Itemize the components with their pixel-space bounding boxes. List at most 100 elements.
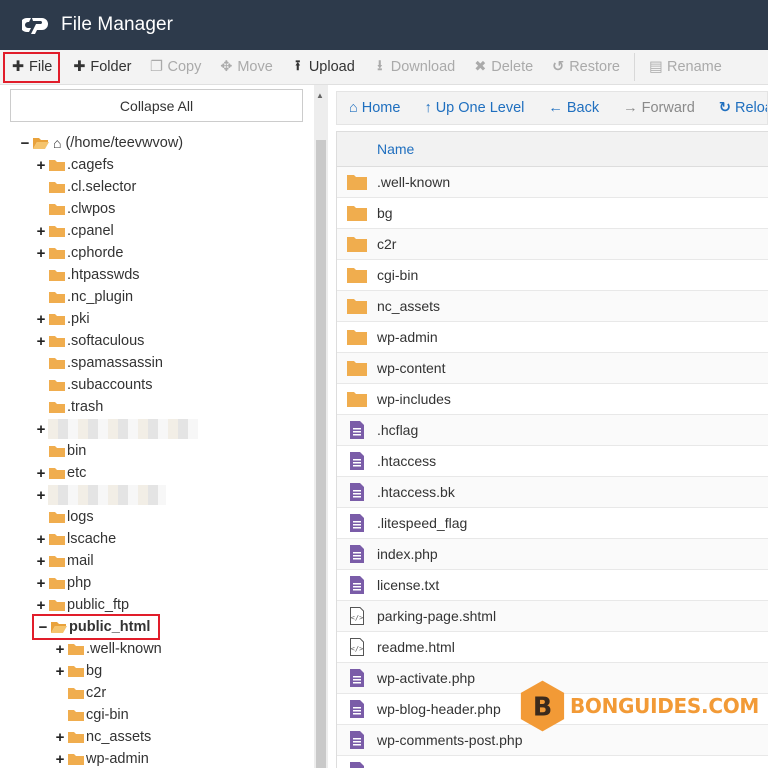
file-name: parking-page.shtml (377, 608, 497, 624)
tree-item[interactable]: + etc (34, 462, 87, 484)
tree-item[interactable]: bin (34, 440, 86, 462)
scroll-up-icon[interactable]: ▲ (316, 91, 324, 100)
file-row[interactable]: </> readme.html (337, 632, 768, 663)
tree-item[interactable]: + .cphorde (34, 242, 124, 264)
tree-scrollbar[interactable]: ▲ (314, 85, 328, 768)
expand-toggle-icon[interactable]: + (34, 487, 48, 504)
tree-item[interactable]: + php (34, 572, 92, 594)
tree-item[interactable]: .subaccounts (34, 374, 152, 396)
move-button[interactable]: ✥ Move (213, 53, 278, 81)
cpanel-logo-icon (22, 14, 52, 36)
expand-toggle-icon[interactable]: + (53, 751, 67, 768)
file-row[interactable]: index.php (337, 539, 768, 570)
file-row[interactable]: .htaccess (337, 446, 768, 477)
collapse-toggle-icon[interactable]: − (18, 135, 32, 152)
reload-button[interactable]: ↻ Reload (719, 100, 767, 116)
file-name: nc_assets (377, 298, 441, 314)
collapse-toggle-icon[interactable]: − (36, 619, 50, 636)
tree-item[interactable]: .trash (34, 396, 103, 418)
upload-button[interactable]: ⭱ Upload (285, 53, 361, 81)
tree-child-item[interactable]: c2r (53, 682, 106, 704)
scrollbar-thumb[interactable] (316, 140, 326, 768)
expand-toggle-icon[interactable]: + (34, 333, 48, 350)
file-row[interactable]: .litespeed_flag (337, 508, 768, 539)
up-one-level-button[interactable]: ↑ Up One Level (424, 100, 524, 116)
expand-toggle-icon[interactable]: + (34, 597, 48, 614)
file-row[interactable]: .hcflag (337, 415, 768, 446)
tree-item[interactable]: − public_html (32, 614, 161, 640)
expand-toggle-icon[interactable]: + (53, 663, 67, 680)
file-row[interactable]: wp-admin (337, 322, 768, 353)
tree-item[interactable]: + .softaculous (34, 330, 145, 352)
file-icon (337, 576, 377, 594)
tree-child-item[interactable]: cgi-bin (53, 704, 129, 726)
expand-toggle-icon[interactable]: + (53, 641, 67, 658)
expand-toggle-icon[interactable]: + (34, 553, 48, 570)
file-row[interactable]: license.txt (337, 570, 768, 601)
tree-item[interactable]: .spamassassin (34, 352, 163, 374)
expand-toggle-icon[interactable]: + (34, 245, 48, 262)
expand-toggle-icon[interactable]: + (34, 531, 48, 548)
file-icon (337, 731, 377, 749)
collapse-all-button[interactable]: Collapse All (10, 89, 303, 122)
file-row[interactable]: wp-content (337, 353, 768, 384)
delete-button[interactable]: ✖ Delete (467, 53, 539, 81)
tree-item[interactable]: + mail (34, 550, 94, 572)
file-row[interactable]: wp-includes (337, 384, 768, 415)
home-button[interactable]: ⌂ Home (349, 100, 400, 116)
folder-icon (49, 247, 65, 259)
file-row[interactable]: cgi-bin (337, 260, 768, 291)
code-file-icon: </> (337, 638, 377, 656)
file-row[interactable]: c2r (337, 229, 768, 260)
tree-root[interactable]: − ⌂ (/home/teevwvow) (18, 132, 184, 154)
tree-item[interactable]: + public_ftp (34, 594, 129, 616)
tree-item[interactable]: + .cagefs (34, 154, 114, 176)
tree-item[interactable]: + .cpanel (34, 220, 114, 242)
download-button[interactable]: ⭳ Download (367, 53, 462, 81)
new-folder-button[interactable]: ✚ Folder (66, 53, 137, 81)
tree-child-item[interactable]: + .well-known (53, 638, 162, 660)
forward-button[interactable]: → Forward (623, 100, 695, 116)
tree-child-item[interactable]: + bg (53, 660, 103, 682)
file-row[interactable]: bg (337, 198, 768, 229)
tree-item[interactable]: + .pki (34, 308, 90, 330)
tree-item[interactable]: logs (34, 506, 94, 528)
file-row[interactable] (337, 756, 768, 768)
tree-item[interactable]: .nc_plugin (34, 286, 133, 308)
tree-item-label: .cl.selector (67, 179, 137, 195)
tree-item[interactable]: + (34, 418, 198, 440)
tree-item[interactable]: .clwpos (34, 198, 115, 220)
open-folder-icon (33, 137, 49, 149)
tree-child-item[interactable]: + wp-admin (53, 748, 149, 768)
expand-toggle-icon[interactable]: + (34, 311, 48, 328)
new-file-button[interactable]: ✚ File (3, 51, 61, 83)
folder-icon (49, 445, 65, 457)
left-arrow-icon: ← (548, 100, 563, 116)
tree-item-label: .well-known (86, 641, 162, 657)
redacted-folder-name (48, 419, 198, 439)
copy-button[interactable]: ❐ Copy (143, 53, 207, 81)
file-row[interactable]: .well-known (337, 167, 768, 198)
file-row[interactable]: nc_assets (337, 291, 768, 322)
tree-item[interactable]: + lscache (34, 528, 117, 550)
back-button[interactable]: ← Back (548, 100, 599, 116)
tree-item[interactable]: .cl.selector (34, 176, 136, 198)
tree-item[interactable]: + (34, 484, 166, 506)
tree-item[interactable]: .htpasswds (34, 264, 140, 286)
tree-item-label: logs (67, 509, 94, 525)
expand-toggle-icon[interactable]: + (34, 157, 48, 174)
rename-button[interactable]: ▤ Rename (643, 53, 728, 81)
upload-icon: ⭱ (295, 57, 301, 74)
open-folder-icon (51, 621, 67, 633)
expand-toggle-icon[interactable]: + (34, 421, 48, 438)
file-name: .well-known (377, 174, 451, 190)
expand-toggle-icon[interactable]: + (34, 223, 48, 240)
file-row[interactable]: .htaccess.bk (337, 477, 768, 508)
expand-toggle-icon[interactable]: + (34, 465, 48, 482)
tree-child-item[interactable]: + nc_assets (53, 726, 152, 748)
expand-toggle-icon[interactable]: + (34, 575, 48, 592)
restore-button[interactable]: ↺ Restore (545, 53, 626, 81)
name-column-header[interactable]: Name (337, 131, 768, 167)
file-row[interactable]: </> parking-page.shtml (337, 601, 768, 632)
expand-toggle-icon[interactable]: + (53, 729, 67, 746)
